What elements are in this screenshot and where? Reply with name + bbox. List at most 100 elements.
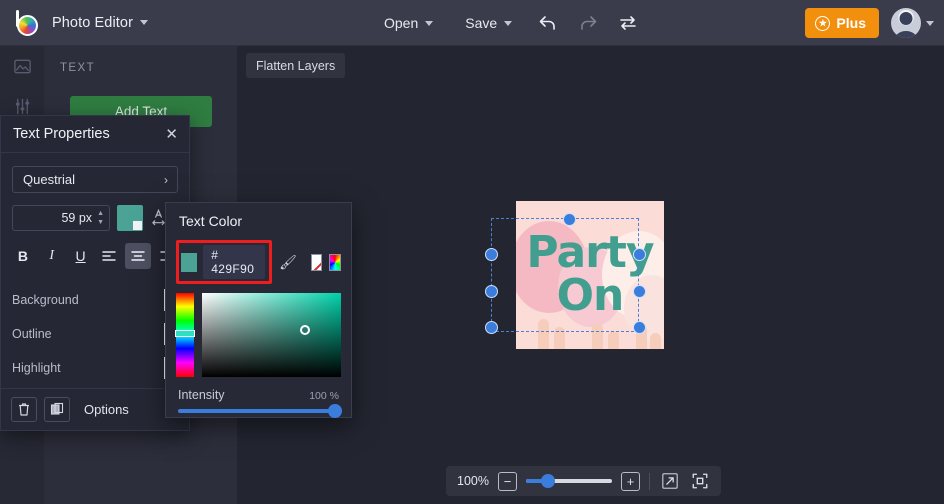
rail-item-image[interactable] (0, 46, 44, 86)
text-color-popup: Text Color # 429F90 🖌 Intensity 100 % (165, 202, 352, 418)
account-menu[interactable] (891, 8, 934, 38)
flatten-layers-button[interactable]: Flatten Layers (246, 53, 346, 78)
text-properties-title: Text Properties (13, 126, 110, 142)
text-properties-panel: Text Properties ✕ Questrial › 59 px ▲ ▼ (0, 115, 191, 431)
saturation-value-area[interactable] (201, 293, 341, 377)
artwork-text[interactable]: Party On (516, 227, 664, 317)
canvas-image[interactable]: Party On (516, 201, 664, 349)
hand-shape (554, 327, 565, 349)
stepper-up-icon: ▲ (97, 210, 104, 217)
stepper-down-icon: ▼ (97, 219, 104, 226)
redo-button[interactable] (568, 0, 608, 46)
chevron-down-icon (140, 20, 148, 25)
zoom-in-button[interactable]: + (621, 471, 640, 491)
eyedropper-icon[interactable]: 🖌 (279, 254, 297, 271)
top-toolbar: Photo Editor Open Save ★ Plus (0, 0, 944, 46)
save-menu-button[interactable]: Save (449, 0, 528, 46)
intensity-slider[interactable] (178, 404, 342, 418)
intensity-row: Intensity 100 % (178, 388, 339, 402)
hand-shape (608, 331, 619, 349)
hand-shape (592, 323, 603, 349)
app-title-dropdown[interactable]: Photo Editor (52, 15, 148, 31)
hue-slider-knob[interactable] (175, 329, 195, 337)
no-color-icon[interactable] (310, 253, 323, 271)
saturation-picker-knob[interactable] (299, 324, 310, 335)
logo-disc (17, 14, 38, 36)
zoom-slider-knob[interactable] (540, 474, 555, 488)
background-label: Background (12, 293, 79, 307)
logo-container[interactable] (0, 9, 52, 36)
open-menu-button[interactable]: Open (368, 0, 449, 46)
background-row[interactable]: Background (12, 283, 178, 317)
close-icon[interactable]: ✕ (165, 127, 178, 142)
redo-icon (581, 16, 597, 30)
outline-label: Outline (12, 327, 52, 341)
expand-arrow-icon (661, 473, 678, 489)
text-color-swatch-button[interactable] (117, 205, 143, 231)
font-family-value: Questrial (23, 172, 76, 187)
zoom-in-label: + (626, 473, 635, 489)
text-properties-footer: Options (1, 388, 191, 430)
toolbar-center-group: Open Save (368, 0, 648, 46)
open-label: Open (384, 15, 419, 31)
expand-button[interactable] (659, 471, 680, 492)
duplicate-text-button[interactable] (44, 397, 70, 422)
hand-shape (538, 319, 549, 349)
trash-icon (19, 403, 29, 416)
font-size-row: 59 px ▲ ▼ (12, 205, 178, 231)
selection-handle-left-top[interactable] (485, 248, 498, 261)
style-rows: Background Outline Highlight (1, 283, 189, 385)
undo-button[interactable] (528, 0, 568, 46)
align-left-button[interactable] (96, 243, 122, 269)
intensity-value: 100 % (309, 390, 339, 402)
duplicate-icon (50, 402, 64, 415)
rainbow-palette-icon[interactable] (329, 253, 341, 271)
panel-section-title: TEXT (60, 62, 95, 74)
format-button-row: B I U (10, 243, 180, 269)
selection-handle-left-bottom[interactable] (485, 321, 498, 334)
italic-button[interactable]: I (39, 243, 65, 269)
sliders-icon (15, 98, 29, 114)
plus-label: Plus (836, 15, 866, 31)
chevron-down-icon (504, 20, 513, 26)
underline-button[interactable]: U (68, 243, 94, 269)
hue-slider[interactable] (175, 293, 195, 377)
font-size-input[interactable]: 59 px ▲ ▼ (12, 205, 110, 231)
compare-button[interactable] (608, 0, 648, 46)
save-label: Save (465, 15, 498, 31)
current-color-chip (181, 252, 198, 272)
intensity-label: Intensity (178, 388, 225, 402)
star-icon: ★ (815, 15, 831, 31)
fit-to-screen-icon (692, 473, 707, 489)
zoom-slider[interactable] (526, 474, 612, 488)
align-center-button[interactable] (125, 243, 152, 269)
font-family-select[interactable]: Questrial › (12, 166, 178, 193)
artwork-text-line-1: Party (526, 227, 654, 278)
outline-row[interactable]: Outline (12, 317, 178, 351)
hand-shape (650, 333, 661, 349)
delete-text-button[interactable] (11, 397, 37, 422)
divider (649, 472, 650, 490)
app-title-label: Photo Editor (52, 14, 133, 31)
quantity-stepper[interactable]: ▲ ▼ (97, 210, 104, 226)
chevron-down-icon (425, 20, 434, 26)
hex-input[interactable]: # 429F90 (203, 245, 266, 279)
hex-highlight-box: # 429F90 (176, 240, 273, 284)
chevron-down-icon (135, 225, 141, 229)
selection-handle-left-middle[interactable] (485, 285, 498, 298)
highlight-row[interactable]: Highlight (12, 351, 178, 385)
zoom-out-button[interactable]: − (498, 471, 517, 491)
undo-icon (539, 16, 555, 30)
options-button[interactable]: Options (84, 402, 129, 417)
plus-upgrade-button[interactable]: ★ Plus (805, 8, 879, 38)
text-properties-header: Text Properties ✕ (1, 116, 189, 153)
text-color-title: Text Color (179, 213, 243, 229)
avatar (891, 8, 921, 38)
align-left-icon (102, 251, 117, 261)
fit-to-screen-button[interactable] (689, 471, 710, 492)
chevron-down-icon (926, 20, 934, 26)
intensity-slider-knob[interactable] (328, 404, 342, 418)
photo-editor-app: Photo Editor Open Save ★ Plus TEXT Add T… (0, 0, 944, 504)
color-picker (175, 293, 341, 377)
bold-button[interactable]: B (10, 243, 36, 269)
